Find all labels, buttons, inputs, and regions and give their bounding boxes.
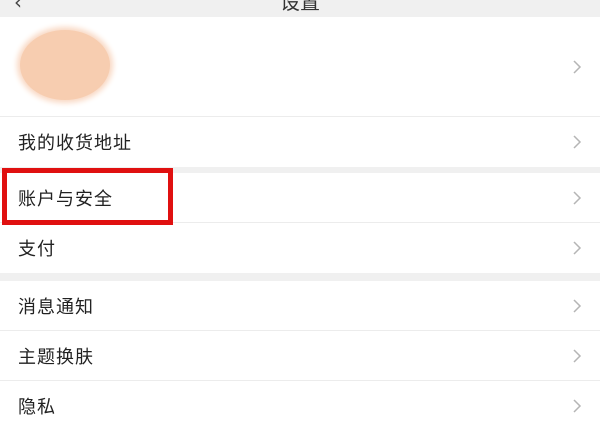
chevron-right-icon: [573, 348, 582, 363]
list-item-address[interactable]: 我的收货地址: [0, 117, 600, 167]
list-item-label: 消息通知: [18, 296, 94, 318]
chevron-right-icon: [573, 59, 582, 74]
list-item-label: 主题换肤: [18, 346, 94, 368]
chevron-right-icon: [573, 241, 582, 255]
list-item-label: 账户与安全: [18, 188, 113, 210]
list-item-label: 隐私: [18, 397, 56, 418]
list-item-label: 支付: [18, 239, 56, 260]
top-bar: ‹ 设置: [0, 0, 600, 14]
chevron-right-icon: [573, 298, 582, 313]
list-item-theme[interactable]: 主题换肤: [0, 331, 600, 381]
list-item-payment[interactable]: 支付: [0, 223, 600, 273]
list-item-privacy[interactable]: 隐私: [0, 381, 600, 431]
chevron-right-icon: [573, 135, 582, 149]
profile-row[interactable]: [0, 17, 600, 117]
chevron-right-icon: [573, 190, 582, 205]
profile-group: 我的收货地址: [0, 17, 600, 167]
list-item-account-security[interactable]: 账户与安全: [0, 173, 600, 223]
avatar: [20, 29, 110, 100]
account-group: 账户与安全 支付: [0, 173, 600, 273]
chevron-right-icon: [573, 399, 582, 413]
page-title: 设置: [280, 0, 320, 14]
list-item-notifications[interactable]: 消息通知: [0, 281, 600, 331]
list-item-label: 我的收货地址: [18, 133, 132, 154]
preferences-group: 消息通知 主题换肤 隐私: [0, 281, 600, 431]
